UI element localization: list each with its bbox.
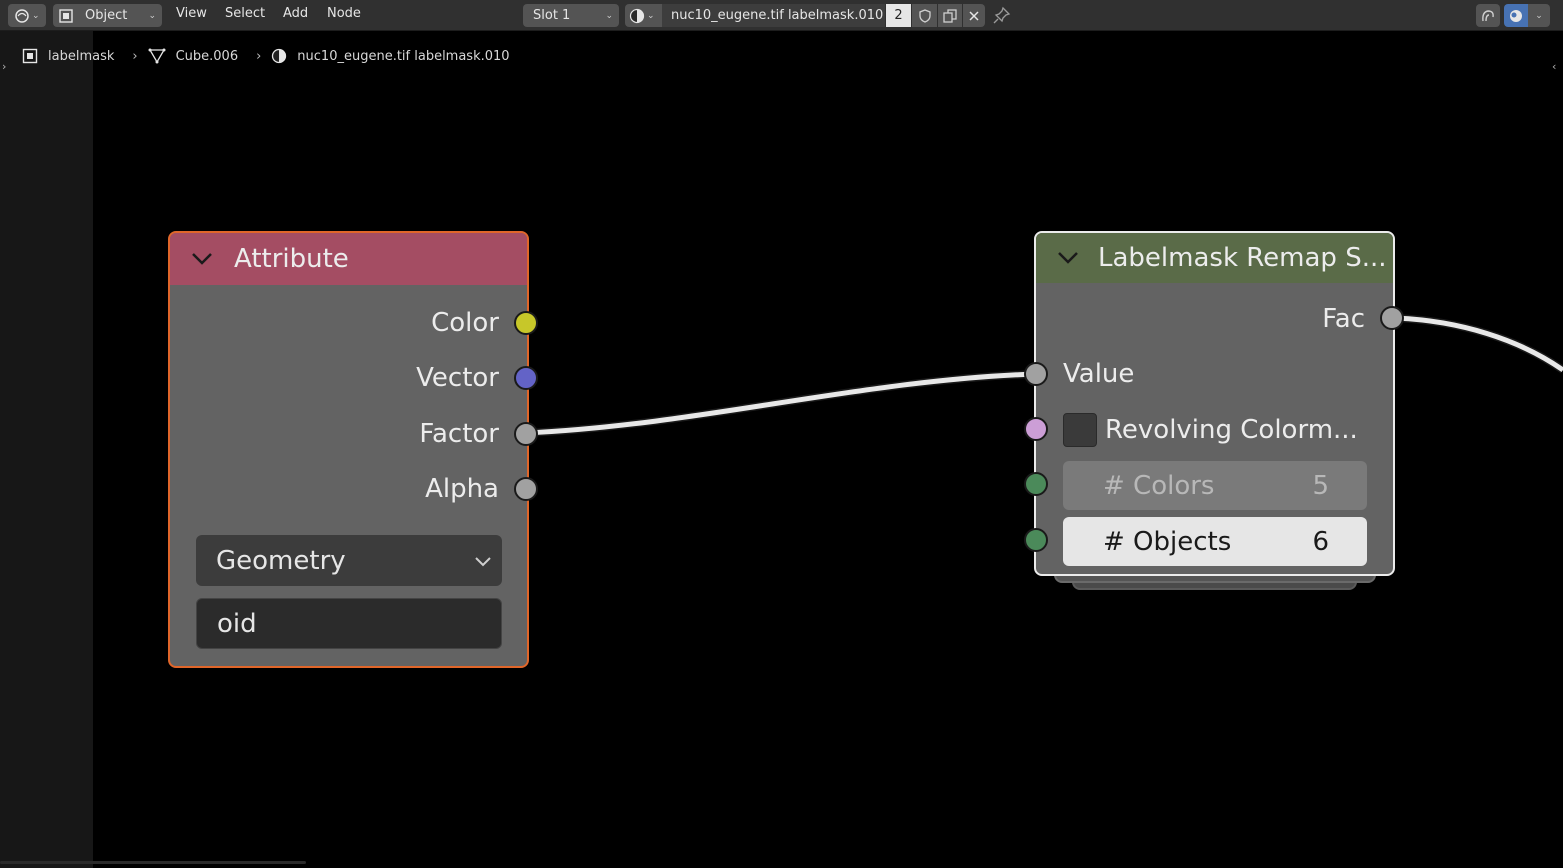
colors-number-field[interactable]: # Colors 5 [1063,461,1367,510]
expand-sidebar-icon[interactable]: ‹ [1552,60,1556,73]
chevron-down-icon: ⌄ [647,10,655,21]
socket-factor-output[interactable] [514,422,538,446]
socket-objects-input[interactable] [1024,528,1048,552]
labelmask-remap-node-header[interactable]: Labelmask Remap S... [1036,233,1393,283]
attribute-node-header[interactable]: Attribute [170,233,527,285]
material-name-field[interactable]: nuc10_eugene.tif labelmask.010 [662,4,885,27]
overlay-icon [1510,9,1522,22]
shield-icon [918,8,931,23]
duplicate-icon [943,8,957,23]
object-icon [22,48,38,64]
colors-value: 5 [1312,470,1329,501]
breadcrumb-separator-icon: › [256,48,262,64]
menu-add[interactable]: Add [283,6,308,21]
objects-value: 6 [1312,526,1329,557]
chevron-down-icon: ⌄ [32,10,40,21]
menu-node[interactable]: Node [327,6,361,21]
output-color-label: Color [431,308,499,338]
editor-type-button[interactable]: ⌄ [8,4,46,27]
colormap-swatch[interactable] [1063,413,1097,447]
socket-colors-input[interactable] [1024,472,1048,496]
material-sphere-icon [629,8,645,23]
colors-label: # Colors [1103,470,1215,501]
pin-button[interactable] [993,6,1013,26]
breadcrumb-material: nuc10_eugene.tif labelmask.010 [297,48,510,64]
collapse-chevron-icon[interactable] [1056,246,1080,270]
overlay-toggle[interactable] [1504,4,1528,27]
input-value-label: Value [1063,359,1135,389]
breadcrumb-mesh: Cube.006 [175,48,239,64]
duplicate-material-button[interactable] [938,4,962,27]
mesh-icon [148,48,166,64]
expand-toolbar-icon[interactable]: › [2,60,6,73]
gizmo-icon [1482,9,1494,21]
slot-label: Slot 1 [533,8,571,23]
socket-color-output[interactable] [514,311,538,335]
attribute-name-field[interactable]: oid [196,598,502,649]
gizmo-toggle[interactable] [1476,4,1500,27]
horizontal-scrollbar[interactable] [0,861,306,864]
labelmask-remap-node[interactable]: Labelmask Remap S... Fac Value Revolving… [1034,231,1395,576]
attribute-node[interactable]: Attribute Color Vector Factor Alpha Geom… [168,231,529,668]
input-colormap-label: Revolving Colorm... [1105,415,1358,445]
socket-value-input[interactable] [1024,362,1048,386]
socket-alpha-output[interactable] [514,477,538,501]
objects-number-field[interactable]: # Objects 6 [1063,517,1367,566]
chevron-down-icon: ⌄ [148,10,156,21]
labelmask-remap-node-title: Labelmask Remap S... [1098,243,1387,273]
editor-header: ⌄ Object ⌄ View Select Add Node Slot 1 ⌄… [0,0,1563,31]
output-vector-label: Vector [416,363,499,393]
attribute-type-value: Geometry [216,545,346,576]
output-fac-label: Fac [1322,304,1365,334]
fake-user-button[interactable] [912,4,937,27]
node-editor-icon [15,8,29,23]
object-icon [59,8,73,23]
breadcrumb: labelmask › Cube.006 › nuc10_eugene.tif … [22,48,510,64]
pin-icon [993,6,1011,24]
breadcrumb-separator-icon: › [132,48,138,64]
breadcrumb-object: labelmask [48,48,115,64]
socket-colormap-input[interactable] [1024,417,1048,441]
mode-dropdown[interactable]: Object ⌄ [53,4,162,27]
chevron-down-icon: ⌄ [605,10,613,21]
menu-view[interactable]: View [176,6,207,21]
output-alpha-label: Alpha [425,474,499,504]
material-sphere-icon [272,48,287,64]
mode-label: Object [85,8,128,23]
socket-vector-output[interactable] [514,366,538,390]
unlink-material-button[interactable] [963,4,985,27]
material-browse-button[interactable]: ⌄ [625,4,662,27]
link-fac-out [1391,314,1563,374]
slot-dropdown[interactable]: Slot 1 ⌄ [523,4,619,27]
user-count[interactable]: 2 [886,4,911,27]
attribute-name-value: oid [217,608,257,639]
attribute-node-title: Attribute [234,244,349,274]
socket-fac-output[interactable] [1380,306,1404,330]
user-count-value: 2 [894,8,903,23]
material-name: nuc10_eugene.tif labelmask.010 [671,8,884,23]
menu-select[interactable]: Select [225,6,265,21]
attribute-type-dropdown[interactable]: Geometry [196,535,502,586]
objects-label: # Objects [1103,526,1232,557]
close-icon [969,10,979,21]
chevron-down-icon: ⌄ [1535,10,1543,21]
overlay-dropdown[interactable]: ⌄ [1528,4,1550,27]
left-panel-strip [0,31,93,868]
collapse-chevron-icon[interactable] [190,247,214,271]
chevron-down-icon [475,556,491,566]
link-factor-to-value [525,370,1037,437]
output-factor-label: Factor [419,419,499,449]
